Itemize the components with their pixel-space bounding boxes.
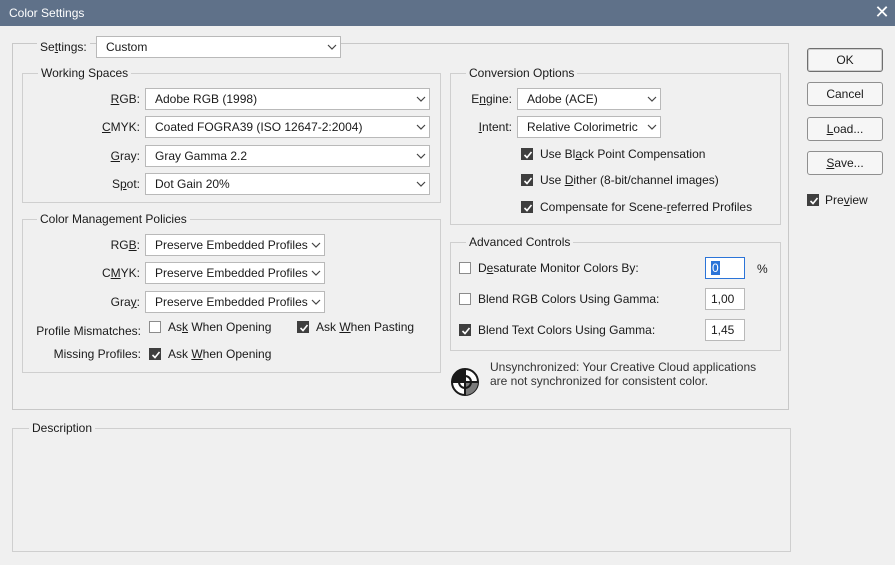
desaturate-label: Desaturate Monitor Colors By:: [478, 261, 639, 275]
dither-label: Use Dither (8-bit/channel images): [540, 173, 719, 187]
sync-warning-icon: [451, 368, 479, 396]
checkmark-icon: [809, 197, 819, 205]
checkmark-icon: [523, 151, 533, 159]
chevron-down-icon: [327, 44, 337, 50]
dither-checkbox[interactable]: [521, 174, 533, 186]
ask-when-opening-mismatch-label: Ask When Opening: [168, 320, 272, 334]
blend-rgb-checkbox[interactable]: [459, 293, 471, 305]
ok-button[interactable]: OK: [807, 48, 883, 72]
sync-status-line1: Unsynchronized: Your Creative Cloud appl…: [490, 360, 757, 374]
title-bar: [0, 0, 895, 26]
pol-rgb-select[interactable]: Preserve Embedded Profiles: [145, 234, 325, 256]
ask-when-opening-missing-label: Ask When Opening: [168, 347, 272, 361]
working-spaces-legend: Working Spaces: [38, 66, 132, 80]
ws-spot-select[interactable]: Dot Gain 20%: [145, 173, 430, 195]
chevron-down-icon: [416, 181, 426, 187]
ws-spot-label: Spot:: [111, 177, 140, 191]
profile-mismatches-label: Profile Mismatches:: [36, 324, 141, 338]
checkmark-icon: [523, 177, 533, 185]
preview-checkbox[interactable]: [807, 194, 819, 206]
chevron-down-icon: [416, 124, 426, 130]
ws-gray-label: Gray:: [110, 149, 140, 163]
pol-rgb-label: RGB:: [110, 238, 140, 252]
intent-value: Relative Colorimetric: [527, 120, 638, 134]
pol-cmyk-select[interactable]: Preserve Embedded Profiles: [145, 262, 325, 284]
ask-when-pasting-checkbox[interactable]: [297, 321, 309, 333]
blend-rgb-input[interactable]: 1,00: [705, 288, 745, 310]
chevron-down-icon: [311, 242, 321, 248]
cancel-button[interactable]: Cancel: [807, 82, 883, 106]
ask-when-pasting-label: Ask When Pasting: [316, 320, 415, 334]
desaturate-input[interactable]: 0: [705, 257, 745, 279]
desaturate-unit: %: [757, 262, 768, 276]
ws-gray-select[interactable]: Gray Gamma 2.2: [145, 145, 430, 167]
ws-gray-value: Gray Gamma 2.2: [155, 149, 248, 163]
blend-rgb-value: 1,00: [711, 292, 735, 306]
intent-select[interactable]: Relative Colorimetric: [517, 116, 661, 138]
checkmark-icon: [461, 327, 471, 335]
pol-rgb-value: Preserve Embedded Profiles: [155, 238, 308, 252]
pol-cmyk-value: Preserve Embedded Profiles: [155, 266, 308, 280]
chevron-down-icon: [416, 96, 426, 102]
preview-label: Preview: [825, 193, 868, 207]
settings-select[interactable]: Custom: [96, 36, 341, 58]
engine-select[interactable]: Adobe (ACE): [517, 88, 661, 110]
chevron-down-icon: [311, 299, 321, 305]
description-group: [12, 428, 791, 552]
window-title: Color Settings: [9, 6, 85, 20]
ws-cmyk-label: CMYK:: [101, 120, 140, 134]
settings-value: Custom: [106, 40, 148, 54]
blend-rgb-label: Blend RGB Colors Using Gamma:: [478, 292, 660, 306]
missing-profiles-label: Missing Profiles:: [53, 347, 141, 361]
policies-legend: Color Management Policies: [37, 212, 190, 226]
chevron-down-icon: [416, 153, 426, 159]
conversion-options-legend: Conversion Options: [466, 66, 578, 80]
desaturate-checkbox[interactable]: [459, 262, 471, 274]
ws-cmyk-value: Coated FOGRA39 (ISO 12647-2:2004): [155, 120, 363, 134]
ask-when-opening-missing-checkbox[interactable]: [149, 348, 161, 360]
intent-label: Intent:: [478, 120, 512, 134]
description-legend: Description: [29, 421, 96, 435]
engine-label: Engine:: [471, 92, 512, 106]
black-point-checkbox[interactable]: [521, 148, 533, 160]
black-point-label: Use Black Point Compensation: [540, 147, 706, 161]
ask-when-opening-mismatch-checkbox[interactable]: [149, 321, 161, 333]
scene-referred-label: Compensate for Scene-referred Profiles: [540, 200, 753, 214]
checkmark-icon: [151, 351, 161, 359]
blend-text-value: 1,45: [711, 323, 735, 337]
checkmark-icon: [523, 204, 533, 212]
sync-status-line2: are not synchronized for consistent colo…: [490, 374, 709, 388]
settings-label: Settings:: [37, 40, 90, 54]
pol-gray-select[interactable]: Preserve Embedded Profiles: [145, 291, 325, 313]
close-icon[interactable]: ✕: [873, 3, 891, 21]
ws-rgb-select[interactable]: Adobe RGB (1998): [145, 88, 430, 110]
blend-text-input[interactable]: 1,45: [705, 319, 745, 341]
ws-cmyk-select[interactable]: Coated FOGRA39 (ISO 12647-2:2004): [145, 116, 430, 138]
engine-value: Adobe (ACE): [527, 92, 598, 106]
chevron-down-icon: [311, 270, 321, 276]
advanced-controls-legend: Advanced Controls: [466, 235, 574, 249]
scene-referred-checkbox[interactable]: [521, 201, 533, 213]
save-button[interactable]: Save...: [807, 151, 883, 175]
pol-gray-value: Preserve Embedded Profiles: [155, 295, 308, 309]
blend-text-checkbox[interactable]: [459, 324, 471, 336]
ws-spot-value: Dot Gain 20%: [155, 177, 230, 191]
checkmark-icon: [299, 324, 309, 332]
pol-cmyk-label: CMYK:: [101, 266, 140, 280]
ws-rgb-label: RGB:: [110, 92, 140, 106]
load-button[interactable]: Load...: [807, 117, 883, 141]
desaturate-value: 0: [711, 261, 720, 275]
pol-gray-label: Gray:: [110, 295, 140, 309]
chevron-down-icon: [647, 96, 657, 102]
blend-text-label: Blend Text Colors Using Gamma:: [478, 323, 656, 337]
ws-rgb-value: Adobe RGB (1998): [155, 92, 258, 106]
chevron-down-icon: [647, 124, 657, 130]
